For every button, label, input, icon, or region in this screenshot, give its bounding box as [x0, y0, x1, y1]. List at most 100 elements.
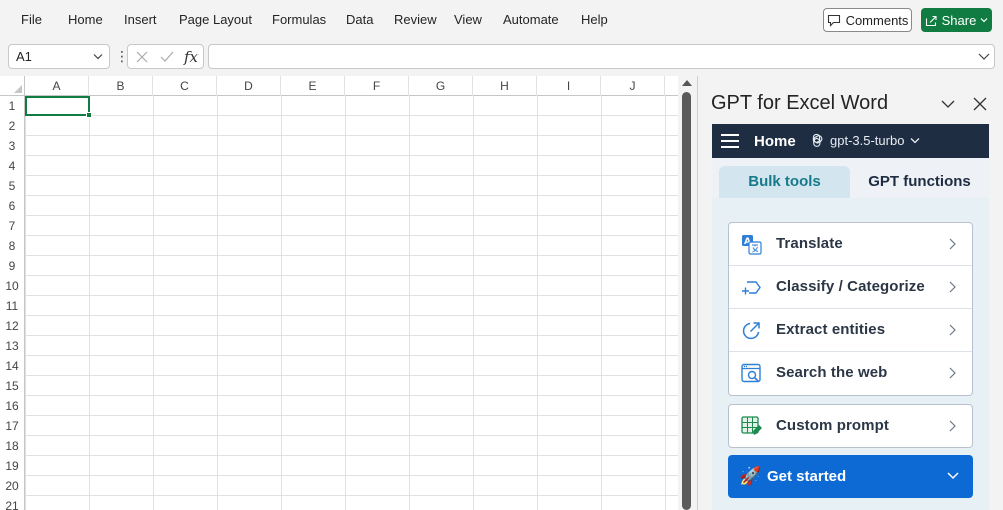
row-header[interactable]: 17	[0, 416, 25, 436]
formula-bar: A1 ⋮ fx	[0, 40, 1003, 76]
enter-check-icon[interactable]	[160, 51, 174, 63]
menu-page-layout[interactable]: Page Layout	[179, 12, 252, 27]
menu-view[interactable]: View	[454, 12, 482, 27]
column-header[interactable]: J	[601, 76, 665, 96]
column-header[interactable]: H	[473, 76, 537, 96]
row-header[interactable]: 21	[0, 496, 25, 510]
row-header[interactable]: 16	[0, 396, 25, 416]
tool-label: Search the web	[776, 364, 888, 381]
menu-review[interactable]: Review	[394, 12, 437, 27]
addin-header: Home gpt-3.5-turbo	[712, 124, 989, 158]
tool-label: Extract entities	[776, 321, 886, 338]
menu-insert[interactable]: Insert	[124, 12, 157, 27]
row-header[interactable]: 12	[0, 316, 25, 336]
tools-list: A Translate Classify / Categorize Extrac…	[728, 222, 973, 396]
comments-label: Comments	[845, 12, 909, 28]
tool-classify[interactable]: Classify / Categorize	[729, 266, 972, 309]
name-box[interactable]: A1	[8, 44, 110, 69]
row-header[interactable]: 14	[0, 356, 25, 376]
row-header[interactable]: 13	[0, 336, 25, 356]
panel-title: GPT for Excel Word	[711, 92, 889, 114]
tool-extract-entities[interactable]: Extract entities	[729, 309, 972, 352]
column-header[interactable]: G	[409, 76, 473, 96]
close-icon[interactable]	[972, 96, 988, 112]
get-started-button[interactable]: 🚀 Get started	[728, 455, 973, 498]
column-header[interactable]: I	[537, 76, 601, 96]
model-selector[interactable]: gpt-3.5-turbo	[809, 133, 920, 148]
vertical-scrollbar[interactable]	[678, 76, 695, 510]
column-header[interactable]: E	[281, 76, 345, 96]
chevron-down-icon	[910, 138, 920, 144]
chevron-down-icon[interactable]	[93, 45, 103, 68]
formula-tools: fx	[127, 44, 204, 69]
select-all-corner[interactable]	[0, 76, 25, 96]
chevron-right-icon	[949, 281, 956, 293]
menu-file[interactable]: File	[21, 12, 42, 27]
translate-icon: A	[742, 235, 762, 255]
row-header[interactable]: 4	[0, 156, 25, 176]
classify-icon	[742, 281, 761, 295]
tab-gpt-functions[interactable]: GPT functions	[850, 166, 989, 198]
row-header[interactable]: 18	[0, 436, 25, 456]
menu-home[interactable]: Home	[68, 12, 103, 27]
selected-cell[interactable]	[25, 96, 92, 118]
menu-data[interactable]: Data	[346, 12, 373, 27]
column-header[interactable]: C	[153, 76, 217, 96]
row-header[interactable]: 1	[0, 96, 25, 116]
more-options-icon[interactable]: ⋮	[115, 49, 129, 63]
column-header[interactable]: B	[89, 76, 153, 96]
chevron-right-icon	[949, 367, 956, 379]
row-header[interactable]: 7	[0, 216, 25, 236]
row-header[interactable]: 2	[0, 116, 25, 136]
chevron-down-icon	[980, 18, 988, 23]
chevron-down-icon[interactable]	[940, 96, 956, 112]
extract-icon	[742, 322, 760, 340]
formula-input[interactable]	[208, 44, 995, 69]
scroll-up-arrow-icon[interactable]	[682, 80, 692, 86]
row-header[interactable]: 19	[0, 456, 25, 476]
custom-prompt-icon	[741, 416, 762, 435]
hamburger-menu-icon[interactable]	[721, 134, 739, 148]
row-header[interactable]: 20	[0, 476, 25, 496]
row-header[interactable]: 6	[0, 196, 25, 216]
share-icon	[925, 15, 937, 26]
row-header[interactable]: 11	[0, 296, 25, 316]
menu-help[interactable]: Help	[581, 12, 608, 27]
openai-logo-icon	[812, 133, 823, 147]
comments-button[interactable]: Comments	[823, 8, 912, 32]
comment-icon	[827, 14, 840, 27]
column-header[interactable]: D	[217, 76, 281, 96]
home-label[interactable]: Home	[754, 133, 796, 150]
fill-handle[interactable]	[86, 112, 92, 118]
expand-formula-bar-icon[interactable]	[978, 52, 990, 61]
custom-prompt-button[interactable]: Custom prompt	[728, 404, 973, 448]
ribbon-menu-bar: File Home Insert Page Layout Formulas Da…	[0, 0, 1003, 40]
tab-bulk-tools[interactable]: Bulk tools	[719, 166, 850, 198]
tool-search-web[interactable]: Search the web	[729, 352, 972, 395]
row-header[interactable]: 3	[0, 136, 25, 156]
name-box-value: A1	[16, 49, 32, 64]
rocket-icon: 🚀	[739, 466, 762, 486]
insert-function-icon[interactable]: fx	[184, 48, 198, 66]
column-headers: A B C D E F G H I J	[25, 76, 678, 96]
menu-automate[interactable]: Automate	[503, 12, 559, 27]
get-started-label: Get started	[767, 468, 847, 485]
scrollbar-thumb[interactable]	[682, 92, 691, 510]
column-header[interactable]: F	[345, 76, 409, 96]
row-header[interactable]: 5	[0, 176, 25, 196]
column-header[interactable]: A	[25, 76, 89, 96]
chevron-right-icon	[949, 420, 956, 432]
cell-area[interactable]	[25, 96, 678, 510]
row-header[interactable]: 15	[0, 376, 25, 396]
tool-label: Classify / Categorize	[776, 278, 925, 295]
tool-translate[interactable]: A Translate	[729, 223, 972, 266]
share-button[interactable]: Share	[921, 8, 992, 32]
cancel-icon[interactable]	[136, 51, 148, 63]
addin-content: Home gpt-3.5-turbo Bulk tools GPT functi…	[712, 124, 989, 510]
menu-formulas[interactable]: Formulas	[272, 12, 326, 27]
row-header[interactable]: 8	[0, 236, 25, 256]
spreadsheet-grid[interactable]: A B C D E F G H I J 1 2 3 4 5 6 7 8 9 10…	[0, 76, 678, 510]
model-name: gpt-3.5-turbo	[830, 133, 905, 148]
row-header[interactable]: 9	[0, 256, 25, 276]
row-header[interactable]: 10	[0, 276, 25, 296]
